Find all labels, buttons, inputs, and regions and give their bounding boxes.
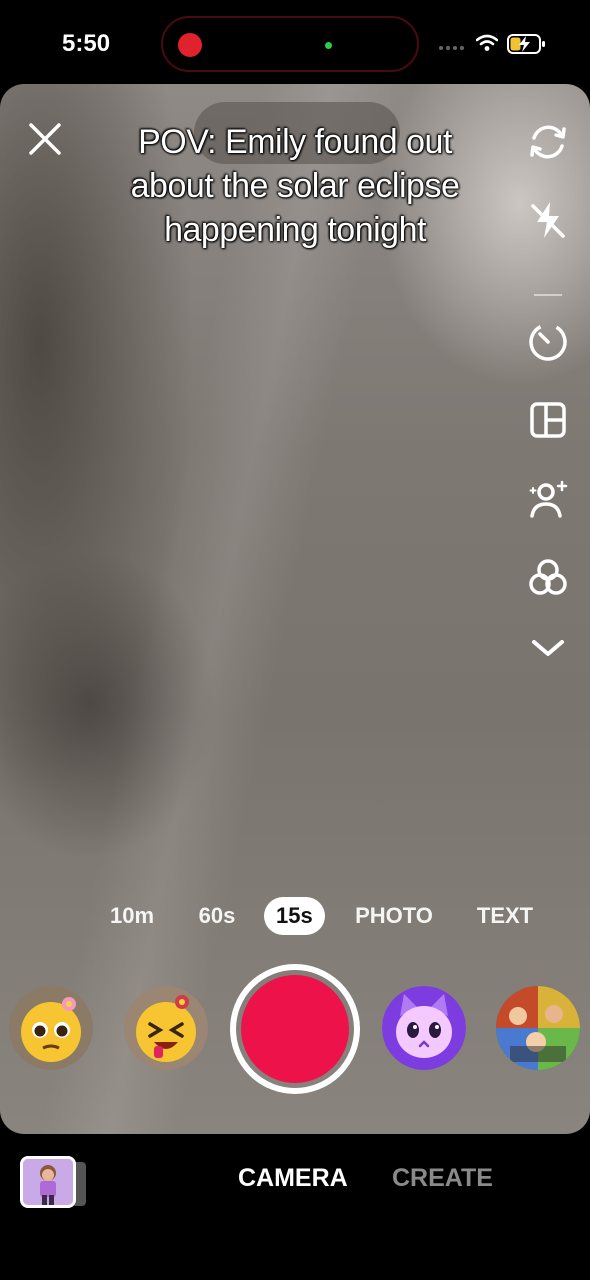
effect-laughing-face[interactable] xyxy=(124,986,208,1070)
mode-10m[interactable]: 10m xyxy=(100,892,164,940)
effect-photo-collage[interactable] xyxy=(496,986,580,1070)
flash-button[interactable] xyxy=(520,192,576,248)
more-tools-button[interactable] xyxy=(520,620,576,676)
filters-icon xyxy=(529,559,567,595)
status-bar: 5:50 xyxy=(0,0,590,84)
caption-line-1: POV: Emily found out xyxy=(138,123,452,161)
timer-icon xyxy=(529,323,567,361)
mode-photo[interactable]: PHOTO xyxy=(346,892,442,940)
gallery-thumbnail-icon xyxy=(23,1159,73,1205)
flip-camera-button[interactable] xyxy=(520,114,576,170)
camera-preview[interactable]: POV: Emily found out about the solar ecl… xyxy=(0,84,590,1134)
cellular-signal-icon xyxy=(439,46,467,52)
mode-60s[interactable]: 60s xyxy=(188,892,246,940)
recording-indicator-icon xyxy=(178,33,202,57)
layout-icon xyxy=(530,402,566,438)
retouch-icon xyxy=(529,480,568,518)
rail-divider xyxy=(534,294,562,296)
wifi-icon xyxy=(476,34,498,51)
gallery-upload-button[interactable] xyxy=(20,1156,76,1208)
photo-collage-thumbnail-icon xyxy=(496,986,580,1070)
battery-charging-icon xyxy=(507,34,545,54)
caption-line-2: about the solar eclipse xyxy=(130,167,460,205)
layout-button[interactable] xyxy=(520,392,576,448)
bottom-navigation: CAMERA CREATE xyxy=(0,1134,590,1280)
dynamic-island[interactable] xyxy=(161,16,419,72)
chevron-down-icon xyxy=(532,640,564,656)
pleading-face-emoji-icon xyxy=(9,986,93,1070)
effect-purple-cat[interactable] xyxy=(382,986,466,1070)
laughing-face-emoji-icon xyxy=(124,986,208,1070)
close-icon[interactable] xyxy=(24,118,66,160)
filters-button[interactable] xyxy=(520,550,576,606)
flip-camera-icon xyxy=(530,125,566,159)
mode-15s[interactable]: 15s xyxy=(264,897,325,935)
mic-in-use-indicator-icon xyxy=(325,42,332,49)
record-button[interactable] xyxy=(241,975,349,1083)
mode-text[interactable]: TEXT xyxy=(468,892,542,940)
tab-create[interactable]: CREATE xyxy=(392,1164,493,1193)
timer-button[interactable] xyxy=(520,314,576,370)
tab-camera[interactable]: CAMERA xyxy=(238,1164,348,1193)
retouch-button[interactable] xyxy=(520,472,576,528)
effect-pleading-face[interactable] xyxy=(9,986,93,1070)
purple-cat-face-icon xyxy=(382,986,466,1070)
caption-overlay: POV: Emily found out about the solar ecl… xyxy=(70,120,520,252)
flash-off-icon xyxy=(531,202,565,238)
status-time: 5:50 xyxy=(62,30,111,57)
caption-line-3: happening tonight xyxy=(164,211,426,249)
capture-mode-selector: 10m 60s 15s PHOTO TEXT xyxy=(0,892,590,940)
